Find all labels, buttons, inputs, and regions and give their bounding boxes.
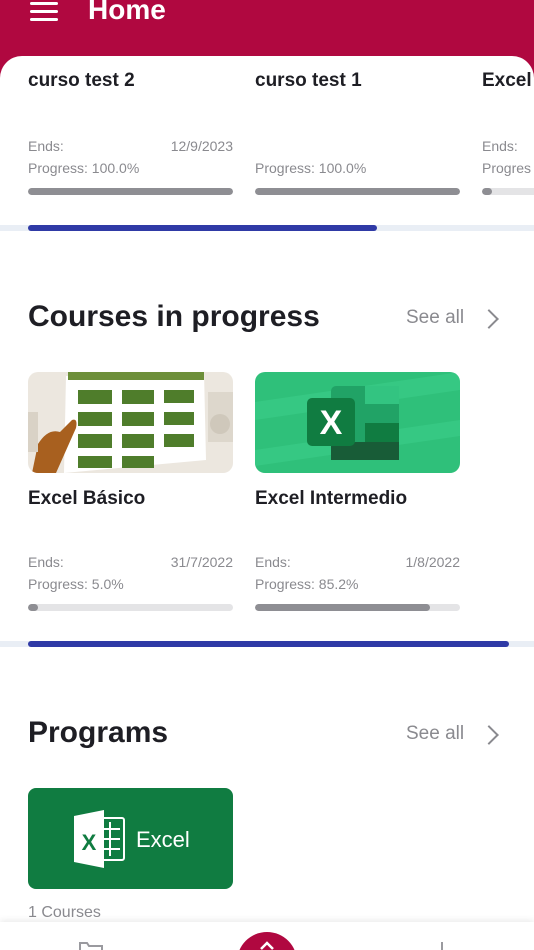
progress-bar (255, 188, 460, 195)
scroll-thumb[interactable] (28, 641, 509, 647)
course-ends: Ends: 31/7/2022 (28, 554, 233, 570)
home-nav-button[interactable] (237, 932, 297, 950)
content-sheet: curso test 2 Ends: 12/9/2023 Progress: 1… (0, 56, 534, 950)
bottom-navigation (0, 922, 534, 950)
chevron-right-icon[interactable] (479, 725, 499, 745)
course-progress-label: Progress: 100.0% (255, 160, 367, 176)
course-card[interactable]: curso test 2 Ends: 12/9/2023 Progress: 1… (28, 70, 233, 195)
program-course-count: 1 Courses (28, 904, 101, 921)
course-title: curso test 1 (255, 70, 362, 91)
svg-text:X: X (320, 404, 343, 442)
course-progress-label: Progress: 100.0% (28, 160, 140, 176)
progress-bar (28, 604, 233, 611)
courses-scroll-track[interactable] (0, 641, 534, 647)
folder-icon (79, 942, 103, 950)
course-ends: Ends: (482, 138, 518, 154)
hamburger-menu-icon[interactable] (30, 2, 58, 22)
enrolled-courses-row[interactable]: curso test 2 Ends: 12/9/2023 Progress: 1… (0, 70, 534, 210)
excel-logo-icon: X Excel (74, 810, 190, 868)
program-card-excel[interactable]: X Excel (28, 788, 233, 889)
course-card[interactable]: curso test 1 Progress: 100.0% (255, 70, 460, 195)
enrolled-scroll-track[interactable] (0, 225, 534, 231)
svg-text:X: X (82, 830, 97, 855)
course-card[interactable]: Excel Ends: Progres (482, 70, 534, 195)
section-title-programs: Programs (28, 716, 169, 749)
spreadsheet-illustration-icon (28, 372, 233, 473)
course-thumbnail (28, 372, 233, 473)
see-all-programs-link[interactable]: See all (406, 723, 464, 745)
courses-in-progress-row[interactable]: Excel Básico Ends: 31/7/2022 Progress: 5… (0, 372, 534, 617)
progress-bar (482, 188, 534, 195)
profile-icon[interactable] (441, 942, 443, 950)
course-progress-label: Progres (482, 160, 532, 176)
course-progress-label: Progress: 5.0% (28, 576, 124, 592)
course-title: curso test 2 (28, 70, 135, 91)
chevron-up-icon (260, 941, 274, 950)
course-thumbnail: X (255, 372, 460, 473)
scroll-thumb[interactable] (28, 225, 377, 231)
see-all-courses-link[interactable]: See all (406, 307, 464, 329)
excel-logo-icon: X (255, 372, 460, 473)
course-title: Excel (482, 70, 532, 91)
course-title: Excel Básico (28, 488, 146, 509)
svg-text:Excel: Excel (136, 827, 190, 852)
course-progress-label: Progress: 85.2% (255, 576, 359, 592)
progress-bar (28, 188, 233, 195)
course-ends: Ends: 1/8/2022 (255, 554, 460, 570)
page-title: Home (88, 0, 166, 25)
progress-bar (255, 604, 460, 611)
section-title-courses-in-progress: Courses in progress (28, 300, 320, 333)
course-ends: Ends: 12/9/2023 (28, 138, 233, 154)
course-title: Excel Intermedio (255, 488, 408, 509)
chevron-right-icon[interactable] (479, 309, 499, 329)
